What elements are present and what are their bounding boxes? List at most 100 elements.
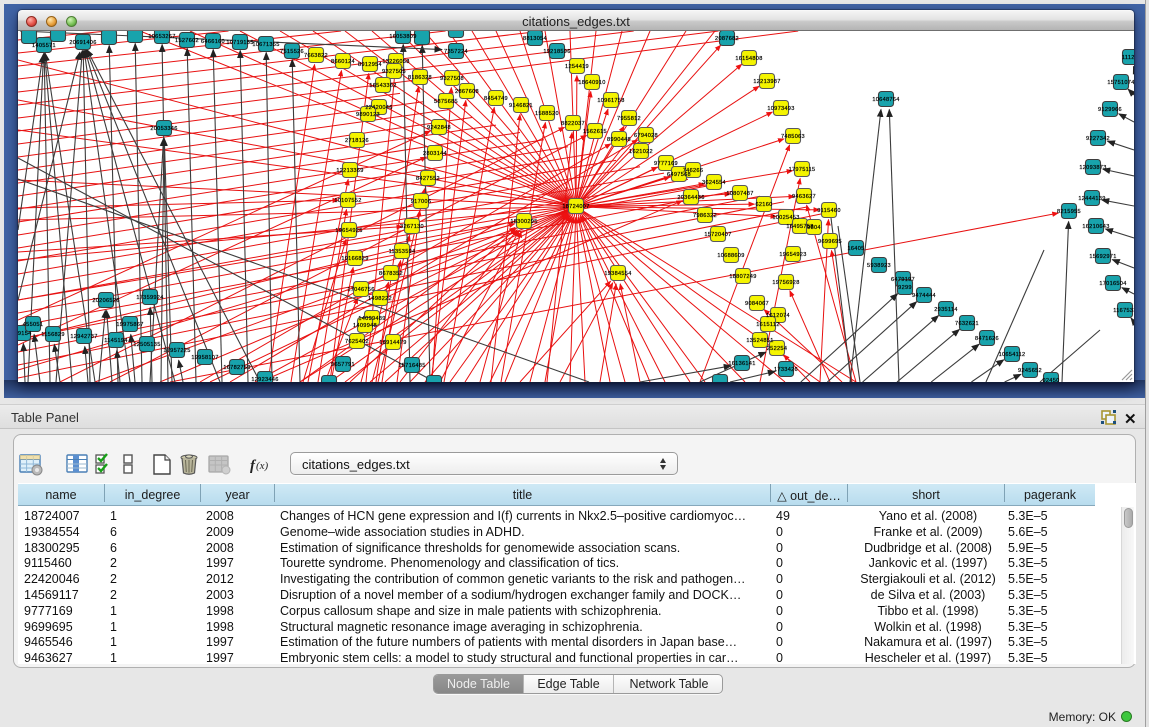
svg-text:1145194: 1145194 (104, 338, 127, 344)
svg-text:16136141: 16136141 (728, 361, 755, 367)
svg-text:19654923: 19654923 (779, 252, 806, 258)
svg-text:7632621: 7632621 (955, 321, 979, 327)
svg-text:9227342: 9227342 (1086, 136, 1110, 142)
svg-text:92450: 92450 (1042, 378, 1059, 382)
svg-text:8186328: 8186328 (408, 75, 432, 81)
svg-text:11121: 11121 (1122, 55, 1134, 61)
svg-text:16782759: 16782759 (223, 365, 250, 371)
svg-text:12505135: 12505135 (133, 342, 160, 348)
svg-text:17975115: 17975115 (789, 167, 816, 173)
svg-text:9242848: 9242848 (427, 125, 451, 131)
svg-text:9129966: 9129966 (1098, 107, 1122, 113)
svg-text:39154: 39154 (18, 331, 32, 337)
svg-text:16210643: 16210643 (1082, 224, 1109, 230)
svg-text:8912954: 8912954 (358, 62, 382, 68)
svg-text:19166829: 19166829 (341, 256, 368, 262)
svg-text:1612074: 1612074 (766, 313, 790, 319)
svg-text:1167533: 1167533 (1113, 308, 1134, 314)
svg-text:8822037: 8822037 (561, 121, 585, 127)
svg-text:9699695: 9699695 (818, 239, 842, 245)
svg-text:8660124: 8660124 (331, 59, 355, 65)
svg-text:19958107: 19958107 (191, 355, 218, 361)
svg-text:17359924: 17359924 (136, 295, 163, 301)
svg-text:9890123: 9890123 (356, 112, 380, 118)
svg-text:1733426: 1733426 (774, 367, 798, 373)
svg-text:8471626: 8471626 (975, 336, 999, 342)
svg-text:9474444: 9474444 (912, 293, 936, 299)
svg-text:8813054: 8813054 (523, 36, 547, 42)
svg-text:18724007: 18724007 (562, 204, 589, 210)
svg-text:16543362: 16543362 (369, 83, 396, 89)
svg-text:9245652: 9245652 (1018, 368, 1042, 374)
svg-text:10688609: 10688609 (717, 253, 744, 259)
svg-text:14099489: 14099489 (358, 316, 385, 322)
svg-text:12093873: 12093873 (1079, 165, 1106, 171)
svg-text:917006: 917006 (411, 199, 431, 205)
svg-text:12213987: 12213987 (753, 79, 780, 85)
svg-text:(x): (x) (256, 460, 269, 472)
svg-text:10671355: 10671355 (252, 42, 279, 48)
svg-text:9657791: 9657791 (331, 362, 355, 368)
svg-text:5875685: 5875685 (434, 99, 458, 105)
svg-text:11353594: 11353594 (389, 249, 416, 255)
svg-text:1527602: 1527602 (175, 38, 199, 44)
svg-text:6466160: 6466160 (201, 39, 225, 45)
svg-text:1405571: 1405571 (32, 43, 56, 49)
svg-text:1562615: 1562615 (583, 129, 607, 135)
svg-text:252254: 252254 (767, 346, 787, 352)
svg-text:7485063: 7485063 (781, 134, 805, 140)
svg-text:18807249: 18807249 (729, 274, 756, 280)
svg-text:8990448: 8990448 (607, 137, 631, 143)
svg-text:455051: 455051 (23, 322, 43, 328)
svg-text:9115460: 9115460 (817, 208, 840, 214)
svg-text:17046756: 17046756 (347, 287, 374, 293)
svg-text:15720407: 15720407 (704, 232, 731, 238)
svg-text:2803144: 2803144 (423, 151, 447, 157)
svg-text:7986322: 7986322 (693, 213, 717, 219)
svg-text:8427552: 8427552 (416, 176, 440, 182)
svg-text:10654112: 10654112 (999, 352, 1026, 358)
svg-text:16154808: 16154808 (735, 56, 762, 62)
svg-text:9084067: 9084067 (745, 301, 769, 307)
svg-text:9327508: 9327508 (440, 76, 464, 82)
svg-text:13226058: 13226058 (382, 59, 409, 65)
svg-text:2935114: 2935114 (934, 307, 957, 313)
svg-text:20691406: 20691406 (69, 40, 96, 46)
svg-text:1498222: 1498222 (368, 296, 392, 302)
svg-text:7663822: 7663822 (304, 53, 328, 59)
svg-text:20364436: 20364436 (677, 195, 704, 201)
svg-text:16053809: 16053809 (389, 34, 416, 40)
svg-text:9777169: 9777169 (654, 161, 678, 167)
svg-text:8215955: 8215955 (1057, 209, 1081, 215)
svg-text:17957225: 17957225 (163, 348, 190, 354)
svg-text:1615112: 1615112 (756, 322, 779, 328)
svg-text:15751074: 15751074 (1107, 80, 1134, 86)
svg-text:16914479: 16914479 (379, 340, 406, 346)
svg-text:5938923: 5938923 (867, 263, 891, 269)
svg-text:1621022: 1621022 (629, 149, 653, 155)
svg-text:20206526: 20206526 (92, 298, 119, 304)
svg-text:12942737: 12942737 (70, 334, 97, 340)
svg-text:10648764: 10648764 (872, 97, 899, 103)
svg-text:62160: 62160 (755, 202, 772, 208)
svg-text:9804: 9804 (807, 225, 821, 231)
svg-text:1588520: 1588520 (535, 111, 559, 117)
svg-text:1156829: 1156829 (41, 332, 64, 338)
svg-text:12444139: 12444139 (1078, 196, 1105, 202)
svg-text:2867608: 2867608 (455, 89, 479, 95)
svg-text:15692971: 15692971 (1089, 254, 1116, 260)
svg-text:19218596: 19218596 (543, 49, 570, 55)
svg-text:3624554: 3624554 (702, 180, 726, 186)
svg-text:746266: 746266 (683, 168, 703, 174)
svg-text:19654925: 19654925 (335, 228, 362, 234)
svg-text:9327505: 9327505 (382, 69, 406, 75)
svg-text:15716485: 15716485 (398, 363, 425, 369)
svg-text:2087682: 2087682 (715, 36, 739, 42)
svg-text:10973493: 10973493 (767, 106, 794, 112)
svg-text:7625402: 7625402 (345, 339, 369, 345)
svg-text:10653267: 10653267 (148, 34, 175, 40)
svg-text:8454749: 8454749 (484, 96, 508, 102)
svg-text:22420046: 22420046 (365, 105, 392, 111)
svg-text:6479197: 6479197 (891, 277, 915, 283)
svg-text:17016504: 17016504 (1099, 281, 1126, 287)
